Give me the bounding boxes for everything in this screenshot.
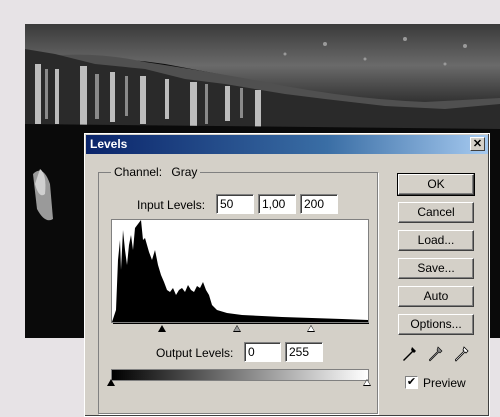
input-gamma-slider[interactable] (233, 325, 241, 332)
output-white-slider[interactable] (363, 379, 371, 386)
channel-row[interactable]: Channel: Gray (111, 165, 201, 179)
channel-label: Channel: (114, 165, 163, 179)
black-eyedropper-icon[interactable] (403, 346, 417, 362)
cancel-button[interactable]: Cancel (398, 202, 474, 223)
input-black-field[interactable]: 50 (216, 194, 254, 214)
options-button[interactable]: Options... (398, 314, 474, 335)
channel-select[interactable]: Gray (171, 165, 197, 179)
input-white-field[interactable]: 200 (300, 194, 338, 214)
dialog-titlebar[interactable]: Levels ✕ (86, 135, 488, 154)
checkmark-icon: ✔ (406, 376, 417, 388)
close-button[interactable]: ✕ (470, 137, 485, 151)
preview-checkbox[interactable]: ✔ (405, 376, 418, 389)
close-icon: ✕ (472, 138, 483, 150)
histogram (111, 219, 369, 323)
ok-button[interactable]: OK (397, 173, 475, 196)
dialog-title: Levels (90, 137, 128, 151)
save-button[interactable]: Save... (398, 258, 474, 279)
output-levels-label: Output Levels: (156, 346, 234, 360)
input-slider-track (113, 323, 369, 324)
input-white-slider[interactable] (307, 325, 315, 332)
output-gradient (111, 369, 369, 381)
input-gamma-field[interactable]: 1,00 (258, 194, 296, 214)
output-white-field[interactable]: 255 (285, 342, 323, 362)
output-black-field[interactable]: 0 (244, 342, 281, 362)
input-black-slider[interactable] (158, 325, 166, 332)
histogram-graph (112, 220, 368, 322)
auto-button[interactable]: Auto (398, 286, 474, 307)
gray-eyedropper-icon[interactable] (429, 346, 443, 362)
levels-dialog: Levels ✕ Channel: Gray Input Levels: 50 … (84, 133, 490, 417)
input-levels-label: Input Levels: (137, 198, 206, 212)
white-eyedropper-icon[interactable] (455, 346, 469, 362)
load-button[interactable]: Load... (398, 230, 474, 251)
preview-label: Preview (423, 376, 466, 390)
output-black-slider[interactable] (107, 379, 115, 386)
